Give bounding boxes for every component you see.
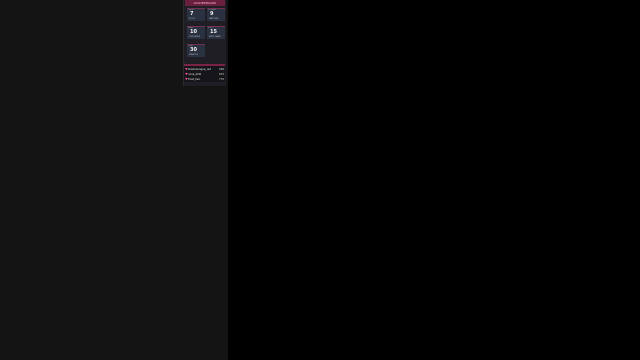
stat-tile[interactable]: LEVEL 7 XP 18 xyxy=(187,8,205,21)
stat-tile[interactable]: TIME 30 MINUTES xyxy=(187,44,205,57)
stat-subtitle: MINUTES xyxy=(189,54,199,56)
list-header xyxy=(184,64,225,66)
stat-tile[interactable]: KILLS 15 BEST GAME xyxy=(207,26,225,39)
stat-subtitle: XP 18 xyxy=(189,18,195,20)
stat-subtitle: MATCHES xyxy=(209,18,219,20)
stat-value: 10 xyxy=(190,29,197,35)
stat-tile[interactable]: STREAK 9 MATCHES xyxy=(207,8,225,21)
player-name: frost_hex xyxy=(188,78,200,81)
stat-subtitle: THIS WEEK xyxy=(189,36,201,38)
stat-value: 7 xyxy=(190,11,194,17)
player-score: 770 xyxy=(219,78,224,81)
panel-title: LEADERBOARD xyxy=(185,0,225,6)
right-pane xyxy=(228,0,640,360)
stat-subtitle: BEST GAME xyxy=(209,36,221,38)
stat-tile[interactable]: WINS 10 THIS WEEK xyxy=(187,26,205,39)
stat-value: 30 xyxy=(190,47,197,53)
leaderboard-list: ♥ shadowrogue_red 999 ♥ nova_blitz 815 ♥… xyxy=(184,64,225,82)
stat-value: 15 xyxy=(210,29,217,35)
stat-value: 9 xyxy=(210,11,214,17)
list-item[interactable]: ♥ frost_hex 770 xyxy=(184,77,225,82)
